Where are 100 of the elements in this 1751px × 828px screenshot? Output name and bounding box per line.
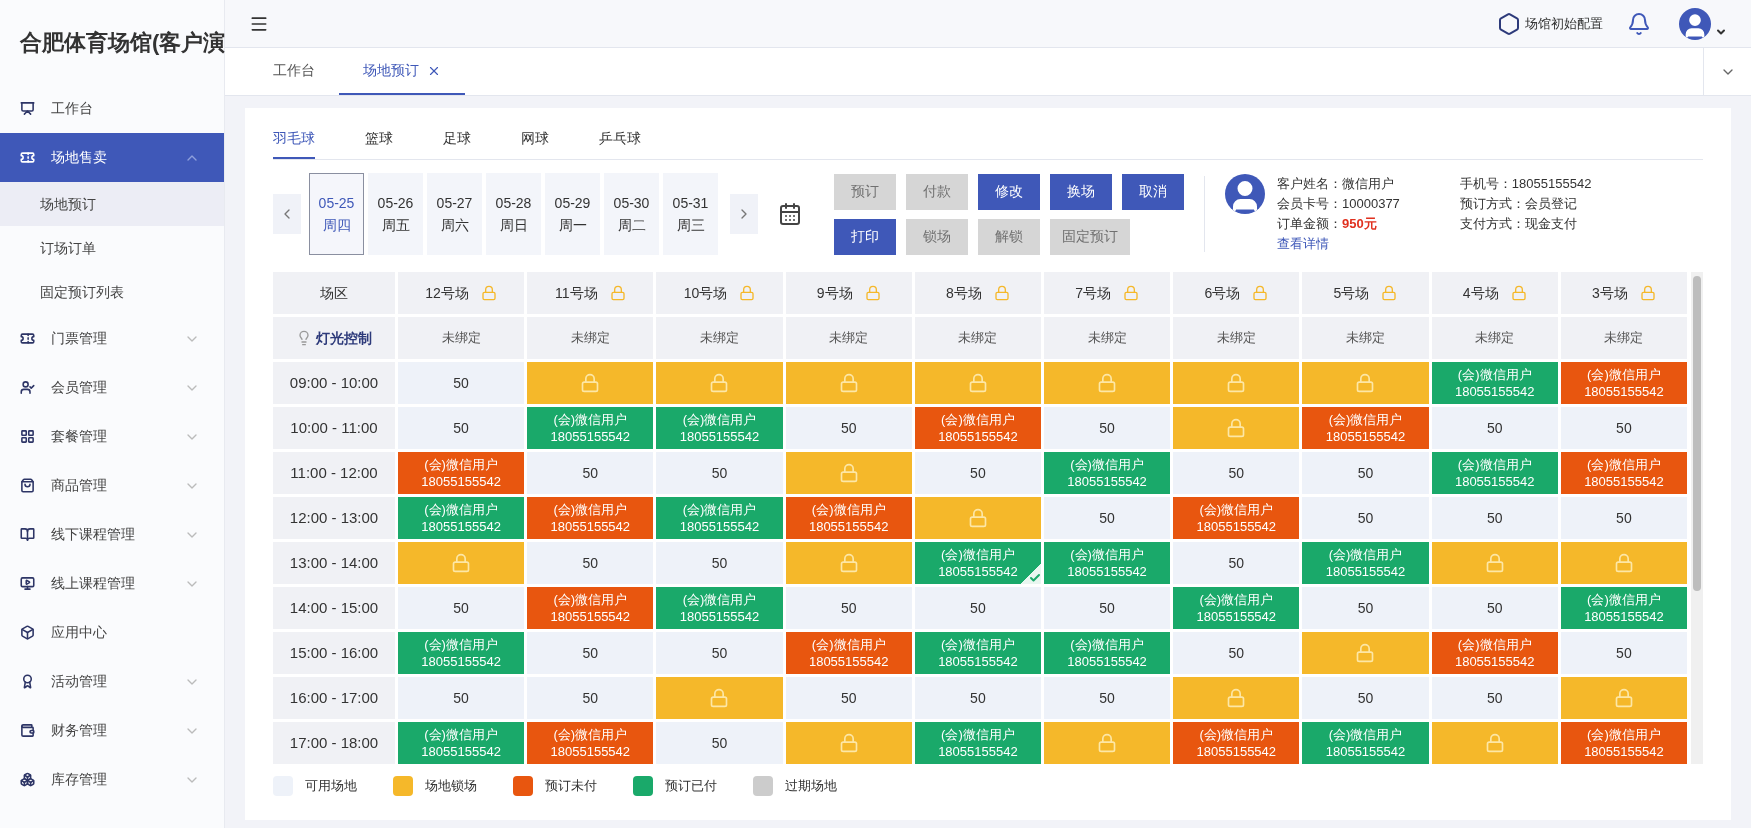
action-button[interactable]: 换场	[1050, 173, 1112, 210]
action-button[interactable]: 取消	[1122, 173, 1184, 210]
locked-slot[interactable]	[785, 542, 912, 584]
free-slot[interactable]: 50	[1431, 407, 1558, 449]
booking-slot[interactable]: (会)微信用户 18055155542	[914, 407, 1041, 449]
locked-slot[interactable]	[527, 362, 654, 404]
sport-tab[interactable]: 篮球	[365, 120, 393, 159]
free-slot[interactable]: 50	[1302, 677, 1429, 719]
free-slot[interactable]: 50	[1560, 407, 1687, 449]
free-slot[interactable]: 50	[1302, 452, 1429, 494]
free-slot[interactable]: 50	[398, 587, 525, 629]
free-slot[interactable]: 50	[1431, 497, 1558, 539]
sport-tab[interactable]: 羽毛球	[273, 120, 315, 159]
sidebar-item[interactable]: 场地售卖	[0, 133, 224, 182]
booking-slot[interactable]: (会)微信用户 18055155542	[1173, 497, 1300, 539]
free-slot[interactable]: 50	[656, 722, 783, 764]
sidebar-item[interactable]: 库存管理	[0, 755, 224, 804]
free-slot[interactable]: 50	[398, 677, 525, 719]
lock-icon[interactable]	[993, 285, 1010, 301]
free-slot[interactable]: 50	[785, 587, 912, 629]
notification-icon[interactable]	[1627, 11, 1651, 36]
sidebar-item[interactable]: 门票管理	[0, 314, 224, 363]
free-slot[interactable]: 50	[914, 587, 1041, 629]
sidebar-item[interactable]: 活动管理	[0, 657, 224, 706]
locked-slot[interactable]	[398, 542, 525, 584]
free-slot[interactable]: 50	[785, 677, 912, 719]
sidebar-item[interactable]: 线下课程管理	[0, 510, 224, 559]
booking-slot[interactable]: (会)微信用户 18055155542	[527, 722, 654, 764]
date-tab[interactable]: 05-26 周五	[368, 173, 423, 255]
user-avatar[interactable]	[1679, 7, 1711, 40]
sport-tab[interactable]: 乒乓球	[599, 120, 641, 159]
sidebar-item[interactable]: 线上课程管理	[0, 559, 224, 608]
lock-icon[interactable]	[1381, 285, 1398, 301]
booking-slot[interactable]: (会)微信用户 18055155542	[1302, 407, 1429, 449]
sidebar-item[interactable]: 套餐管理	[0, 412, 224, 461]
sidebar-item[interactable]: 会员管理	[0, 363, 224, 412]
locked-slot[interactable]	[1560, 677, 1687, 719]
sport-tab[interactable]: 网球	[521, 120, 549, 159]
locked-slot[interactable]	[1044, 362, 1171, 404]
free-slot[interactable]: 50	[527, 452, 654, 494]
free-slot[interactable]: 50	[785, 407, 912, 449]
free-slot[interactable]: 50	[1173, 542, 1300, 584]
booking-slot[interactable]: (会)微信用户 18055155542	[398, 452, 525, 494]
free-slot[interactable]: 50	[1044, 497, 1171, 539]
booking-slot[interactable]: (会)微信用户 18055155542	[1173, 722, 1300, 764]
lock-icon[interactable]	[1123, 285, 1139, 301]
locked-slot[interactable]	[1044, 722, 1171, 764]
free-slot[interactable]: 50	[1173, 632, 1300, 674]
sidebar-item[interactable]: 应用中心	[0, 608, 224, 657]
locked-slot[interactable]	[785, 362, 912, 404]
locked-slot[interactable]	[785, 722, 912, 764]
free-slot[interactable]: 50	[1431, 587, 1558, 629]
locked-slot[interactable]	[1173, 362, 1300, 404]
locked-slot[interactable]	[1431, 542, 1558, 584]
locked-slot[interactable]	[656, 677, 783, 719]
booking-slot[interactable]: (会)微信用户 18055155542	[1560, 362, 1687, 404]
sidebar-subitem[interactable]: 场地预订	[0, 182, 224, 226]
date-tab[interactable]: 05-28 周日	[486, 173, 541, 255]
date-tab[interactable]: 05-27 周六	[427, 173, 482, 255]
sport-tab[interactable]: 足球	[443, 120, 471, 159]
date-tab[interactable]: 05-31 周三	[663, 173, 718, 255]
light-control[interactable]: 灯光控制	[273, 317, 395, 359]
locked-slot[interactable]	[1173, 407, 1300, 449]
action-button[interactable]: 修改	[978, 173, 1040, 210]
date-tab[interactable]: 05-29 周一	[545, 173, 600, 255]
action-button[interactable]: 打印	[834, 218, 896, 255]
lock-icon[interactable]	[609, 285, 626, 301]
scrollbar[interactable]	[1691, 272, 1703, 764]
free-slot[interactable]: 50	[1560, 632, 1687, 674]
free-slot[interactable]: 50	[656, 632, 783, 674]
free-slot[interactable]: 50	[1302, 587, 1429, 629]
free-slot[interactable]: 50	[656, 542, 783, 584]
next-button[interactable]	[730, 194, 758, 234]
free-slot[interactable]: 50	[1431, 677, 1558, 719]
locked-slot[interactable]	[1560, 542, 1687, 584]
free-slot[interactable]: 50	[527, 542, 654, 584]
lock-icon[interactable]	[1252, 285, 1269, 301]
free-slot[interactable]: 50	[1044, 587, 1171, 629]
free-slot[interactable]: 50	[1173, 452, 1300, 494]
booking-slot[interactable]: (会)微信用户 18055155542	[1431, 632, 1558, 674]
locked-slot[interactable]	[914, 362, 1041, 404]
booking-slot[interactable]: (会)微信用户 18055155542	[785, 632, 912, 674]
booking-slot[interactable]: (会)微信用户 18055155542	[785, 497, 912, 539]
locked-slot[interactable]	[1302, 362, 1429, 404]
locked-slot[interactable]	[1173, 677, 1300, 719]
free-slot[interactable]: 50	[1044, 407, 1171, 449]
date-tab[interactable]: 05-25 周四	[309, 173, 364, 255]
free-slot[interactable]: 50	[527, 632, 654, 674]
calendar-icon[interactable]	[778, 202, 802, 226]
free-slot[interactable]: 50	[1044, 677, 1171, 719]
lock-icon[interactable]	[480, 285, 497, 301]
free-slot[interactable]: 50	[1560, 497, 1687, 539]
free-slot[interactable]: 50	[398, 362, 525, 404]
view-details-link[interactable]: 查看详情	[1277, 234, 1400, 254]
booking-slot[interactable]: (会)微信用户 18055155542	[1560, 452, 1687, 494]
locked-slot[interactable]	[656, 362, 783, 404]
locked-slot[interactable]	[1431, 722, 1558, 764]
lock-icon[interactable]	[739, 285, 756, 301]
locked-slot[interactable]	[1302, 632, 1429, 674]
page-tab[interactable]: 工作台	[249, 48, 339, 95]
